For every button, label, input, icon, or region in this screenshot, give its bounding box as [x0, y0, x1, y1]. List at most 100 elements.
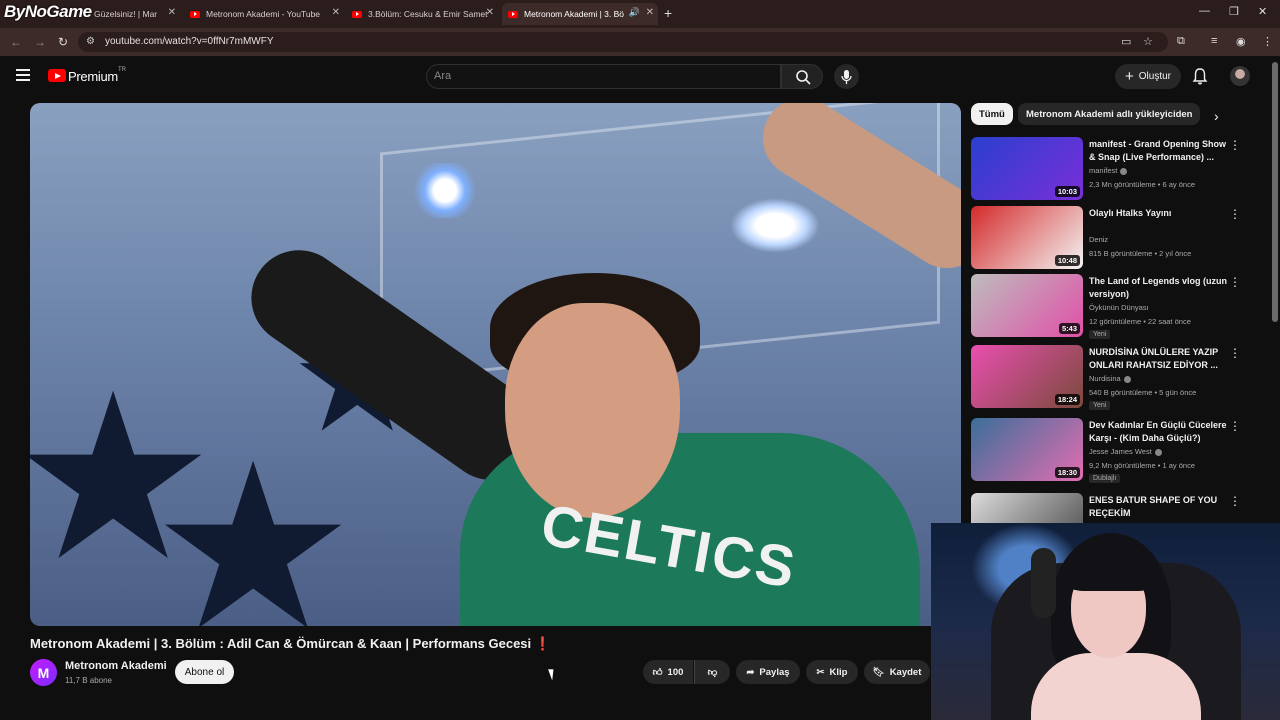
site-info-icon[interactable]: ⚙	[86, 36, 95, 47]
notifications-bell-icon[interactable]	[1192, 67, 1208, 90]
account-avatar[interactable]	[1230, 66, 1250, 86]
channel-name: Öykünün Dünyası	[1089, 303, 1149, 312]
video-thumbnail[interactable]: 18:24	[971, 345, 1083, 408]
more-options-icon[interactable]: ⋮	[1229, 276, 1241, 288]
recommended-video[interactable]: 18:30 Dev Kadınlar En Güçlü Cücelere Karş…	[971, 418, 1271, 483]
create-button[interactable]: + Oluştur	[1115, 64, 1181, 89]
video-duration: 5:43	[1058, 323, 1080, 334]
video-thumbnail[interactable]: 10:48	[971, 206, 1083, 269]
youtube-favicon-icon	[190, 10, 200, 18]
chip-from-uploader[interactable]: Metronom Akademi adlı yükleyiciden	[1018, 103, 1201, 125]
screen: ByNoGame Güzelsiniz! | Mar ✕ Metronom Ak…	[0, 0, 1280, 720]
close-tab-icon[interactable]: ✕	[646, 7, 654, 18]
chip-all[interactable]: Tümü	[971, 103, 1013, 125]
channel-name: Deniz	[1089, 235, 1109, 244]
recommended-channel[interactable]: manifest	[1089, 166, 1128, 175]
channel-name: manifest	[1089, 166, 1118, 175]
close-tab-icon[interactable]: ✕	[486, 7, 494, 18]
reload-icon[interactable]: ↻	[58, 35, 68, 49]
browser-tab-3[interactable]: 3.Bölüm: Cesuku & Emir Samet ✕	[346, 3, 498, 25]
close-tab-icon[interactable]: ✕	[332, 7, 340, 18]
share-icon: ➦	[746, 666, 755, 678]
recommended-video-title[interactable]: Olaylı Htalks Yayını	[1089, 207, 1227, 220]
recommended-channel[interactable]: Nurdisina	[1089, 374, 1131, 383]
video-thumbnail[interactable]: 10:03	[971, 137, 1083, 200]
browser-tab-2[interactable]: Metronom Akademi - YouTube ✕	[184, 3, 344, 25]
scissors-icon: ✂	[816, 666, 825, 678]
youtube-logo-icon[interactable]	[48, 69, 66, 82]
like-button[interactable]: 👍︎ 100	[643, 660, 693, 684]
voice-search-button[interactable]	[834, 64, 859, 89]
recommended-video-title[interactable]: NURDİSİNA ÜNLÜLERE YAZIP ONLARI RAHATSIZ…	[1089, 346, 1227, 372]
more-options-icon[interactable]: ⋮	[1229, 495, 1241, 507]
video-duration: 18:24	[1054, 394, 1080, 405]
scrollbar[interactable]	[1272, 62, 1278, 322]
dislike-button[interactable]: 👎︎	[694, 660, 730, 684]
close-window-icon[interactable]: ✕	[1258, 5, 1267, 18]
views-and-age: 815 B görüntüleme • 2 yıl önce	[1089, 249, 1192, 258]
recommended-video[interactable]: 10:03 manifest - Grand Opening Show & Sna…	[971, 137, 1271, 201]
search-input[interactable]	[426, 64, 781, 89]
more-options-icon[interactable]: ⋮	[1229, 347, 1241, 359]
video-thumbnail[interactable]: 5:43	[971, 274, 1083, 337]
bookmark-icon: 🔖︎	[872, 666, 885, 678]
recommended-video-title[interactable]: ENES BATUR SHAPE OF YOU REÇEKİM	[1089, 494, 1227, 520]
search-button[interactable]	[781, 64, 823, 89]
cast-icon[interactable]: ▭	[1121, 35, 1131, 48]
browser-menu-icon[interactable]: ⋮	[1262, 35, 1273, 48]
recommended-video-title[interactable]: The Land of Legends vlog (uzun versiyon)	[1089, 275, 1227, 301]
channel-avatar[interactable]: M	[30, 659, 57, 686]
video-duration: 10:48	[1054, 255, 1080, 266]
share-button[interactable]: ➦ Paylaş	[736, 660, 800, 684]
subscribe-button[interactable]: Abone ol	[175, 660, 234, 684]
recommended-video[interactable]: 10:48 Olaylı Htalks Yayını Deniz 815 B görü…	[971, 206, 1271, 270]
search-placeholder: Ara	[434, 70, 452, 82]
bookmark-star-icon[interactable]: ☆	[1143, 35, 1153, 48]
streamer-watermark: ByNoGame	[4, 2, 92, 21]
verified-check-icon	[1120, 167, 1128, 175]
streamer-body	[1031, 653, 1201, 720]
video-player[interactable]: ★ ★ ★ CELTICS	[30, 103, 961, 626]
premium-logo-text[interactable]: Premium	[68, 69, 118, 84]
audio-playing-icon[interactable]: 🔊	[629, 7, 640, 18]
forward-icon[interactable]: →	[34, 35, 46, 49]
clip-button[interactable]: ✂ Klip	[806, 660, 858, 684]
stage-light	[730, 198, 820, 253]
browser-tab-4-active[interactable]: Metronom Akademi | 3. Bö 🔊 ✕	[502, 3, 658, 25]
back-icon[interactable]: ←	[10, 35, 22, 49]
browser-tab-1[interactable]: Güzelsiniz! | Mar ✕	[88, 3, 180, 25]
maximize-icon[interactable]: ❐	[1229, 5, 1239, 18]
tab-title: Metronom Akademi - YouTube	[206, 9, 321, 19]
recommended-video-title[interactable]: manifest - Grand Opening Show & Snap (Li…	[1089, 138, 1227, 164]
new-tab-icon[interactable]: +	[664, 5, 672, 21]
chevron-right-icon[interactable]: ›	[1214, 108, 1219, 124]
hamburger-menu-icon[interactable]	[16, 69, 30, 81]
channel-name: Nurdisina	[1089, 374, 1121, 383]
recommended-channel[interactable]: Jesse James West	[1089, 447, 1162, 456]
video-duration: 10:03	[1054, 186, 1080, 197]
mouse-cursor-icon	[548, 667, 557, 681]
url-text[interactable]: youtube.com/watch?v=0ffNr7mMWFY	[105, 36, 274, 47]
recommended-video[interactable]: 18:24 NURDİSİNA ÜNLÜLERE YAZIP ONLARI RAH…	[971, 345, 1271, 410]
close-tab-icon[interactable]: ✕	[168, 7, 176, 18]
save-button[interactable]: 🔖︎ Kaydet	[864, 660, 930, 684]
media-control-icon[interactable]: ≡	[1211, 35, 1217, 47]
exclamation-emoji: ❗	[534, 636, 551, 651]
more-options-icon[interactable]: ⋮	[1229, 420, 1241, 432]
minimize-icon[interactable]: —	[1199, 5, 1210, 17]
like-count: 100	[667, 666, 684, 678]
profile-icon[interactable]: ◉	[1236, 35, 1246, 48]
recommendation-badge: Yeni	[1089, 401, 1111, 410]
more-options-icon[interactable]: ⋮	[1229, 139, 1241, 151]
recommended-channel[interactable]: Deniz	[1089, 235, 1108, 244]
recommended-channel[interactable]: Öykünün Dünyası	[1089, 303, 1149, 312]
recommended-video-title[interactable]: Dev Kadınlar En Güçlü Cücelere Karşı - (…	[1089, 419, 1227, 445]
more-options-icon[interactable]: ⋮	[1229, 208, 1241, 220]
tab-title: Güzelsiniz! | Mar	[94, 9, 158, 19]
channel-name[interactable]: Metronom Akademi	[65, 660, 167, 672]
recommendation-badge: Yeni	[1089, 330, 1111, 339]
recommended-video[interactable]: 5:43 The Land of Legends vlog (uzun versi…	[971, 274, 1271, 339]
extensions-icon[interactable]: ⧉	[1177, 35, 1185, 48]
video-duration: 18:30	[1054, 467, 1080, 478]
video-thumbnail[interactable]: 18:30	[971, 418, 1083, 481]
